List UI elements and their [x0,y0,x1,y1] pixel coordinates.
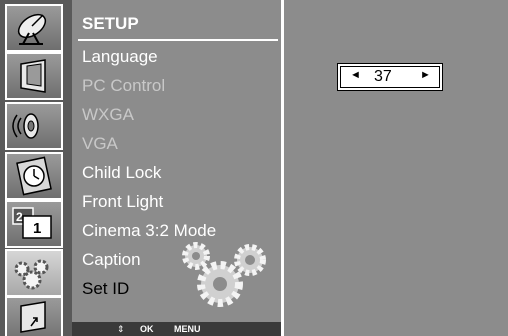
decrease-arrow-icon[interactable]: ◄ [350,69,361,81]
pip-label-2: 2 [16,210,23,224]
clock-icon [16,156,52,196]
title-divider [78,39,278,41]
menu-hint: MENU [174,324,201,334]
menu-item-caption[interactable]: Caption [82,250,141,270]
nav-arrows-icon: ⇕ [117,324,125,334]
ok-hint: OK [140,324,154,334]
increase-arrow-icon[interactable]: ► [420,69,431,81]
menu-item-language[interactable]: Language [82,47,158,67]
sidebar-item-pip[interactable]: 2 1 [5,200,63,248]
set-id-stepper[interactable]: ◄ 37 ► [337,63,443,91]
setup-menu: SETUP Language PC Control WXGA VGA Child Loc… [72,0,281,336]
picture-icon [20,59,46,93]
sidebar-item-picture[interactable] [5,52,63,100]
setup-gears-icon [14,259,49,290]
pip-icon: 2 1 [12,207,52,239]
pip-label-1: 1 [33,220,41,237]
menu-item-set-id[interactable]: Set ID [82,279,129,299]
menu-title: SETUP [82,14,139,33]
sidebar-item-setup[interactable] [5,249,63,297]
menu-item-wxga[interactable]: WXGA [82,105,134,125]
menu-item-vga[interactable]: VGA [82,134,118,154]
menu-footer: ⇕ OK MENU [72,322,281,336]
satellite-dish-icon [17,13,47,45]
set-id-value: 37 [374,68,392,85]
gears-decoration-icon [182,242,266,307]
value-panel: ◄ 37 ► [284,0,508,336]
input-icon [20,301,46,333]
menu-item-child-lock[interactable]: Child Lock [82,163,161,183]
tv-osd-screen: 2 1 SETUP Language PC Control WXGA VGA Child… [0,0,508,336]
menu-item-front-light[interactable]: Front Light [82,192,163,212]
sidebar-item-input[interactable] [5,296,63,336]
sidebar-item-sound[interactable] [5,102,63,150]
sidebar: 2 1 [0,0,72,336]
sidebar-item-time[interactable] [5,152,63,200]
sidebar-item-station[interactable] [5,4,63,52]
menu-item-pc-control[interactable]: PC Control [82,76,165,96]
speaker-icon [12,113,39,139]
